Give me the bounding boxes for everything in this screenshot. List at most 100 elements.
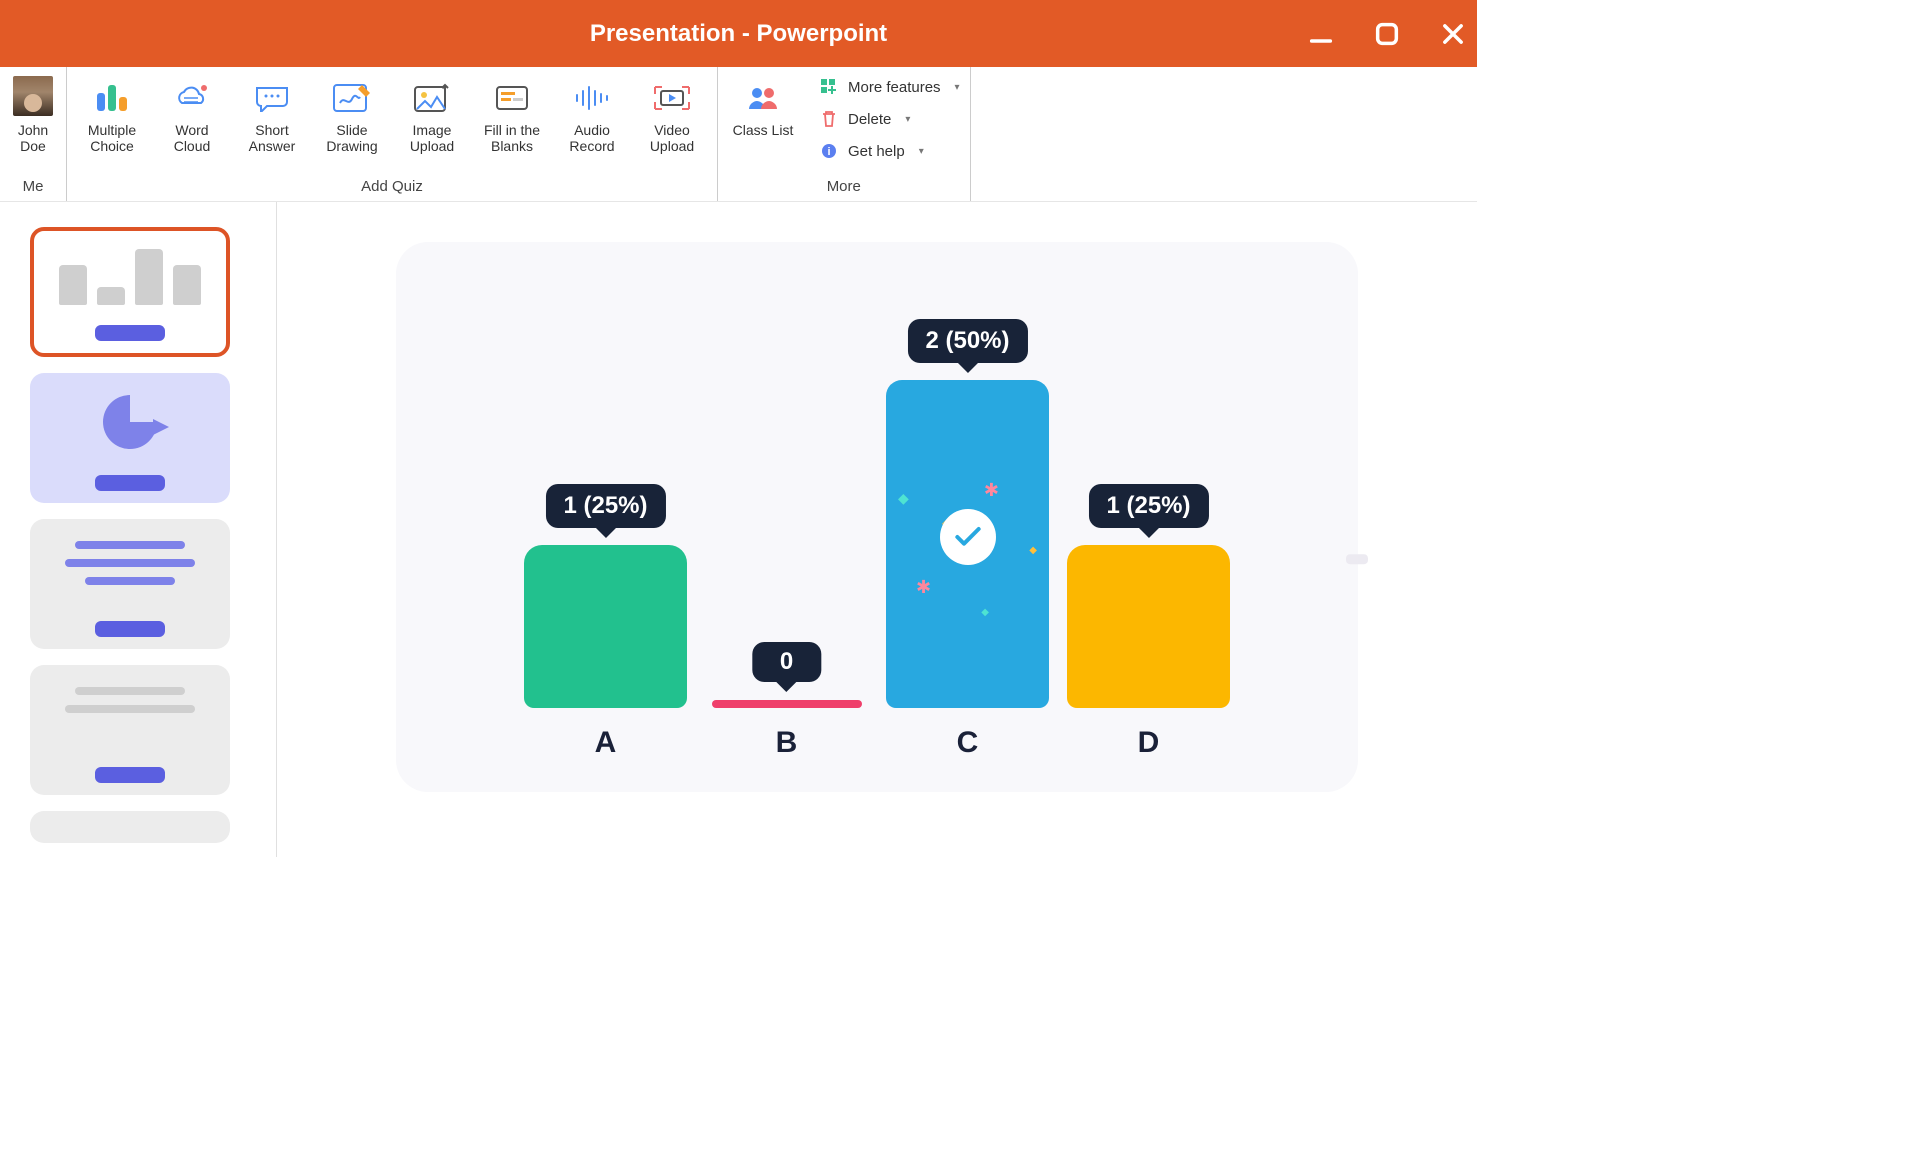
chart-category-D: D [1067,726,1230,760]
slide-handle[interactable] [1346,554,1368,564]
minimize-icon[interactable] [1307,20,1335,48]
chart-col-C: 2 (50%) ◆ ✱ ◆ ✱ ◆ ◇ [886,298,1049,708]
slide-drawing-button[interactable]: Slide Drawing [317,72,387,154]
chart-tooltip-A: 1 (25%) [545,484,665,528]
class-list-button[interactable]: Class List [728,72,798,138]
slide-drawing-icon [332,80,372,116]
thumb-lines-icon [46,535,214,585]
multiple-choice-button[interactable]: Multiple Choice [77,72,147,154]
video-upload-icon [652,80,692,116]
ribbon-group-quiz: Multiple Choice Word Cloud Short Answer … [67,67,718,201]
rbtn-label: Fill in the Blanks [477,122,547,154]
chevron-down-icon: ▾ [919,146,924,157]
result-chart: 1 (25%) 0 2 (50%) ◆ ✱ ◆ ✱ [396,298,1358,760]
chart-tooltip-B: 0 [752,642,821,682]
slide-thumbnails[interactable] [0,202,277,857]
more-list: More features ▾ Delete ▾ i Get help ▾ [808,72,960,160]
help-icon: i [820,142,838,160]
rbtn-label: Short Answer [237,122,307,154]
image-upload-button[interactable]: Image Upload [397,72,467,154]
chart-col-B: 0 [705,298,868,708]
thumb-pill-icon [95,621,165,637]
check-icon [952,521,984,553]
image-upload-icon [413,80,451,116]
thumb-chart-icon [46,243,214,305]
chart-col-A: 1 (25%) [524,298,687,708]
confetti-icon: ✱ [984,480,999,501]
slide-thumb-5[interactable] [30,811,230,843]
chart-category-C: C [886,726,1049,760]
main-area: 1 (25%) 0 2 (50%) ◆ ✱ ◆ ✱ [0,202,1477,857]
rbtn-label: Class List [733,122,794,138]
rbtn-label: Word Cloud [157,122,227,154]
more-item-label: Get help [848,143,905,160]
slide-thumb-2[interactable] [30,373,230,503]
slide-thumb-1[interactable] [30,227,230,357]
window-controls [1307,0,1467,67]
word-cloud-button[interactable]: Word Cloud [157,72,227,154]
thumb-pie-icon [103,395,157,449]
rbtn-label: Image Upload [397,122,467,154]
ribbon-group-more: Class List More features ▾ Delete ▾ i Ge… [718,67,971,201]
video-upload-button[interactable]: Video Upload [637,72,707,154]
ribbon: John Doe Me Multiple Choice Word Cloud [0,67,1477,202]
ribbon-group-label-quiz: Add Quiz [77,178,707,197]
chart-category-A: A [524,726,687,760]
thumb-pill-icon [95,767,165,783]
more-item-label: More features [848,79,941,96]
confetti-icon: ◆ [898,490,909,507]
confetti-icon: ◆ [981,607,989,618]
short-answer-icon [253,80,291,116]
rbtn-label: Audio Record [557,122,627,154]
short-answer-button[interactable]: Short Answer [237,72,307,154]
close-icon[interactable] [1439,20,1467,48]
word-cloud-icon [172,80,212,116]
chart-categories: A B C D [396,726,1358,760]
svg-text:i: i [827,146,830,158]
chart-bar-C: ◆ ✱ ◆ ✱ ◆ ◇ [886,380,1049,708]
chart-bar-D [1067,545,1230,708]
chevron-down-icon: ▾ [905,114,910,125]
audio-record-button[interactable]: Audio Record [557,72,627,154]
more-features-button[interactable]: More features ▾ [820,78,960,96]
fill-blanks-icon [495,80,529,116]
chart-category-B: B [705,726,868,760]
slide-canvas[interactable]: 1 (25%) 0 2 (50%) ◆ ✱ ◆ ✱ [277,202,1477,857]
correct-badge [940,509,996,565]
avatar [13,76,53,116]
ribbon-group-label-more: More [728,178,960,197]
more-item-label: Delete [848,111,891,128]
multiple-choice-icon [95,80,129,116]
chart-tooltip-C: 2 (50%) [907,319,1027,363]
confetti-icon: ◆ [1029,545,1037,556]
thumb-lines-icon [46,681,214,713]
user-profile[interactable]: John Doe [10,72,56,154]
slide-thumb-3[interactable] [30,519,230,649]
confetti-icon: ✱ [916,577,931,598]
fill-blanks-button[interactable]: Fill in the Blanks [477,72,547,154]
maximize-icon[interactable] [1373,20,1401,48]
rbtn-label: Video Upload [637,122,707,154]
chevron-down-icon: ▾ [955,82,960,93]
chart-tooltip-D: 1 (25%) [1088,484,1208,528]
ribbon-group-label-me: Me [10,178,56,197]
audio-record-icon [573,80,611,116]
chart-bar-B [712,700,862,708]
class-list-icon [746,80,780,116]
rbtn-label: Multiple Choice [77,122,147,154]
slide-thumb-4[interactable] [30,665,230,795]
more-features-icon [820,78,838,96]
thumb-pill-icon [95,475,165,491]
window-title: Presentation - Powerpoint [590,20,887,48]
delete-button[interactable]: Delete ▾ [820,110,960,128]
trash-icon [820,110,838,128]
slide: 1 (25%) 0 2 (50%) ◆ ✱ ◆ ✱ [396,242,1358,792]
user-name: John Doe [10,122,56,154]
thumb-pill-icon [95,325,165,341]
rbtn-label: Slide Drawing [317,122,387,154]
chart-bar-A [524,545,687,708]
get-help-button[interactable]: i Get help ▾ [820,142,960,160]
ribbon-group-me: John Doe Me [0,67,67,201]
title-bar: Presentation - Powerpoint [0,0,1477,67]
chart-col-D: 1 (25%) [1067,298,1230,708]
